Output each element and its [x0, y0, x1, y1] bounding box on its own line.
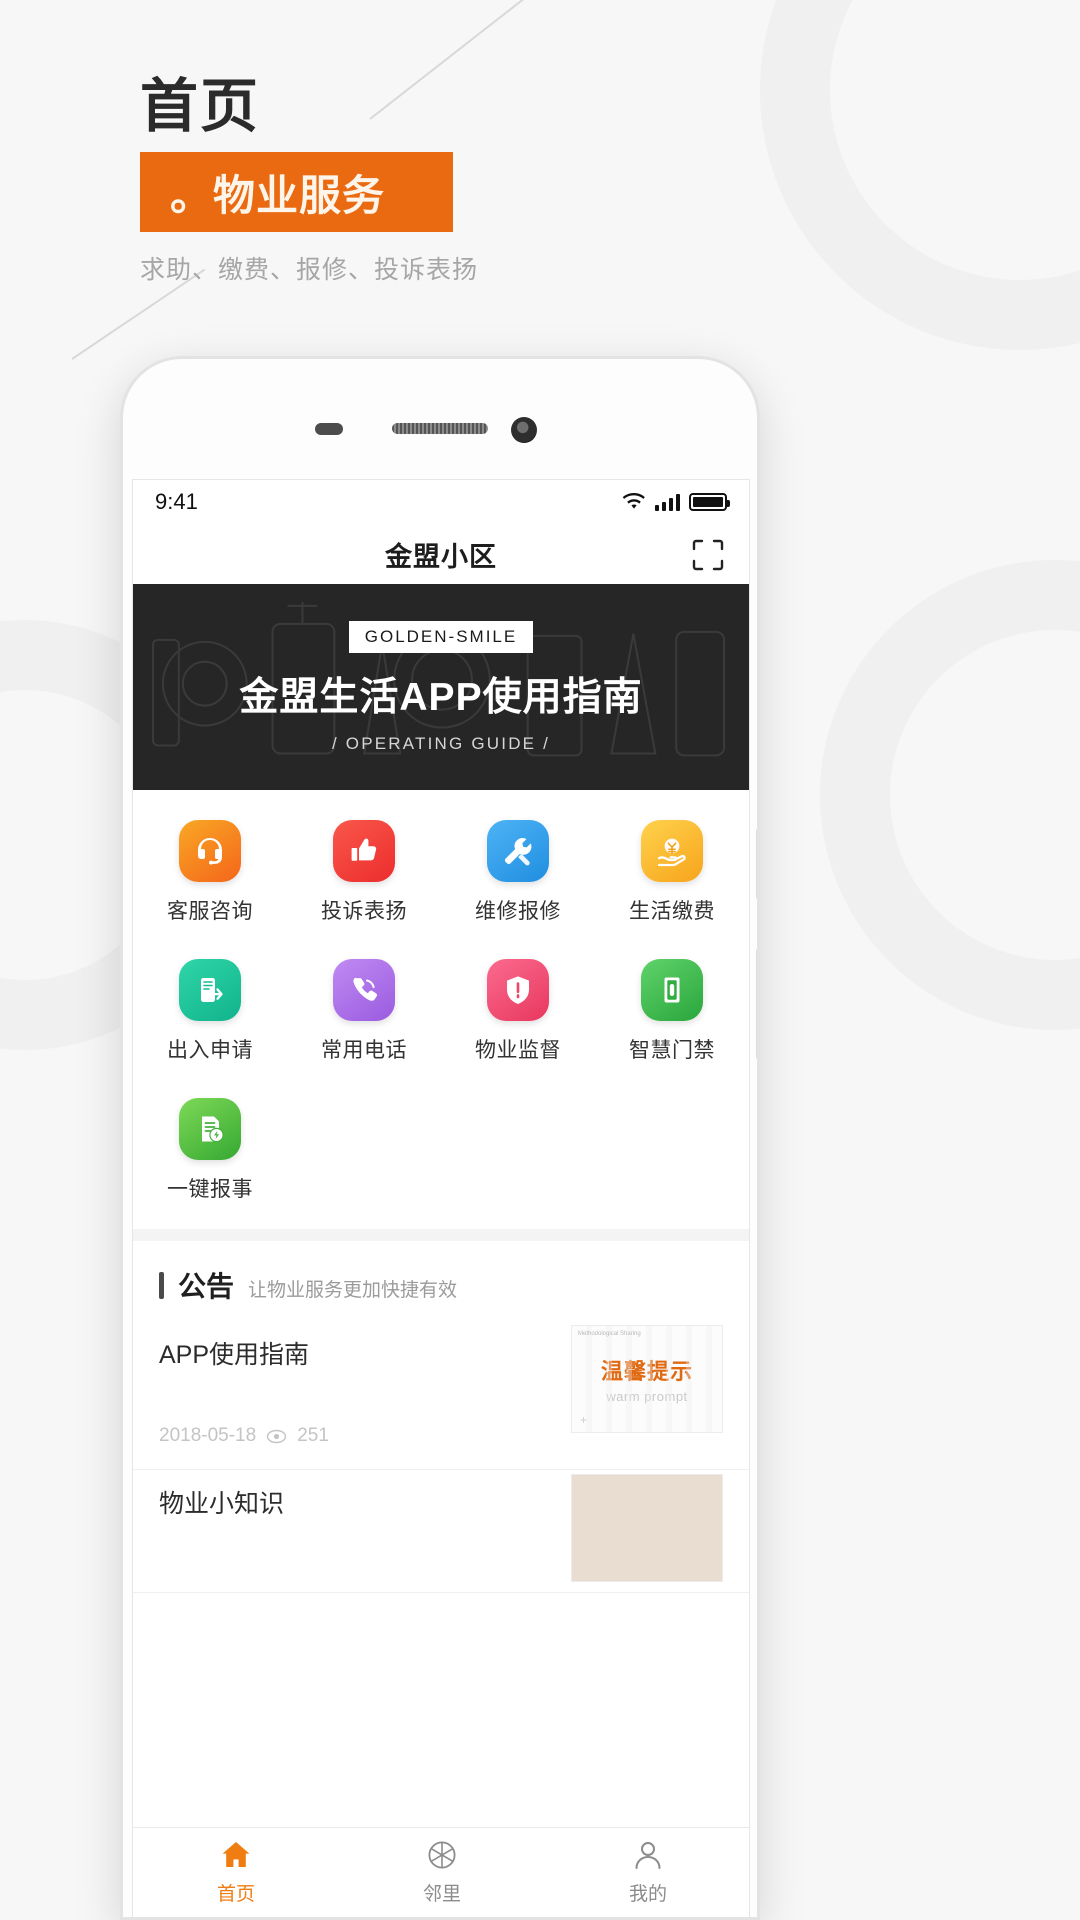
tab-label: 我的	[628, 1884, 667, 1905]
notice-item-title: APP使用指南	[159, 1341, 310, 1369]
thumbs-up-icon	[333, 820, 395, 882]
service-item-weixiu[interactable]: 维修报修	[441, 820, 595, 925]
notice-list-item[interactable]: 物业小知识	[133, 1470, 749, 1593]
status-time: 9:41	[155, 489, 198, 514]
service-grid: 客服咨询 投诉表扬 维修报修 生活缴费 出入申请 常用电话 物业监督 智慧门禁 …	[133, 790, 749, 1241]
phone-call-icon	[333, 959, 395, 1021]
service-label: 常用电话	[321, 1039, 407, 1062]
headset-icon	[179, 820, 241, 882]
poster-subtitle: 求助、缴费、报修、投诉表扬	[140, 256, 479, 284]
tab-home[interactable]: 首页	[133, 1838, 339, 1906]
service-label: 智慧门禁	[629, 1039, 715, 1062]
bottom-tabbar: 首页 邻里 我的	[133, 1827, 749, 1917]
status-bar: 9:41	[133, 480, 749, 524]
service-item-kefu[interactable]: 客服咨询	[133, 820, 287, 925]
service-label: 客服咨询	[167, 900, 253, 923]
tab-neighborhood[interactable]: 邻里	[339, 1838, 545, 1906]
service-item-menjin[interactable]: 智慧门禁	[595, 959, 749, 1064]
section-band: 。物业服务	[140, 152, 453, 232]
hero-subtitle: / OPERATING GUIDE /	[331, 733, 551, 753]
earpiece-speaker-icon	[392, 423, 488, 434]
notice-item-thumbnail	[571, 1474, 723, 1582]
thumbnail-stripes-decor	[572, 1326, 722, 1432]
notice-item-text: APP使用指南 2018-05-18 251	[159, 1325, 551, 1447]
shield-alert-icon	[487, 959, 549, 1021]
hero-title: 金盟生活APP使用指南	[239, 675, 643, 719]
thumbnail-tag: Methodological Sharing	[578, 1331, 641, 1337]
volume-button[interactable]	[756, 829, 757, 899]
notice-accent-bar	[159, 1271, 164, 1299]
wrench-icon	[487, 820, 549, 882]
service-item-tousu[interactable]: 投诉表扬	[287, 820, 441, 925]
notice-item-date: 2018-05-18	[159, 1425, 257, 1446]
door-access-icon	[641, 959, 703, 1021]
signal-bars-icon	[655, 493, 680, 511]
service-item-churu[interactable]: 出入申请	[133, 959, 287, 1064]
service-label: 出入申请	[167, 1039, 253, 1062]
service-label: 一键报事	[167, 1178, 253, 1201]
person-icon	[635, 1842, 661, 1869]
navbar-title: 金盟小区	[385, 541, 497, 572]
hero-badge: GOLDEN-SMILE	[348, 620, 534, 653]
proximity-sensor-icon	[315, 423, 343, 435]
section-band-label: 。物业服务	[170, 171, 386, 219]
wifi-icon	[622, 493, 645, 509]
report-bolt-icon	[179, 1098, 241, 1160]
power-button[interactable]	[756, 949, 757, 1059]
notice-item-views: 251	[297, 1425, 329, 1446]
front-camera-icon	[511, 417, 537, 443]
background-ring-right	[820, 560, 1080, 1030]
service-item-dianhua[interactable]: 常用电话	[287, 959, 441, 1064]
service-label: 生活缴费	[629, 900, 715, 923]
notice-title: 公告	[178, 1271, 235, 1302]
page-title: 首页	[140, 74, 261, 139]
notice-item-thumbnail: Methodological Sharing 温馨提示 warm prompt …	[571, 1325, 723, 1433]
tab-label: 首页	[216, 1884, 255, 1905]
phone-screen: 9:41 金盟小区 GOLDEN-SMILE 金盟生活APP使用指南 / OPE…	[132, 479, 750, 1917]
service-label: 维修报修	[475, 900, 561, 923]
background-diagonal-top	[369, 0, 576, 120]
battery-full-icon	[689, 493, 730, 511]
tab-label: 邻里	[422, 1884, 461, 1905]
notice-item-title: 物业小知识	[159, 1490, 285, 1518]
thumbnail-plus: +	[580, 1413, 588, 1427]
notice-list-item[interactable]: APP使用指南 2018-05-18 251 Methodological Sh…	[133, 1321, 749, 1470]
phone-mockup: 9:41 金盟小区 GOLDEN-SMILE 金盟生活APP使用指南 / OPE…	[120, 356, 760, 1920]
notice-item-meta: 2018-05-18 251	[159, 1425, 551, 1447]
background-ring-topright	[760, 0, 1080, 350]
door-pass-icon	[179, 959, 241, 1021]
eye-icon	[267, 1429, 287, 1443]
app-navbar: 金盟小区	[133, 524, 749, 584]
scan-qr-icon[interactable]	[691, 538, 725, 572]
tab-profile[interactable]: 我的	[545, 1838, 749, 1906]
service-label: 投诉表扬	[321, 900, 407, 923]
home-icon	[222, 1842, 250, 1867]
status-icons	[622, 493, 730, 511]
service-item-jiaofei[interactable]: 生活缴费	[595, 820, 749, 925]
hero-banner[interactable]: GOLDEN-SMILE 金盟生活APP使用指南 / OPERATING GUI…	[133, 584, 749, 790]
money-hand-icon	[641, 820, 703, 882]
service-item-baoshi[interactable]: 一键报事	[133, 1098, 287, 1203]
service-label: 物业监督	[475, 1039, 561, 1062]
notice-item-text: 物业小知识	[159, 1474, 551, 1582]
notice-header: 公告 让物业服务更加快捷有效	[133, 1241, 749, 1321]
camera-aperture-icon	[428, 1841, 456, 1869]
service-item-jiandu[interactable]: 物业监督	[441, 959, 595, 1064]
notice-subtitle: 让物业服务更加快捷有效	[248, 1280, 458, 1301]
